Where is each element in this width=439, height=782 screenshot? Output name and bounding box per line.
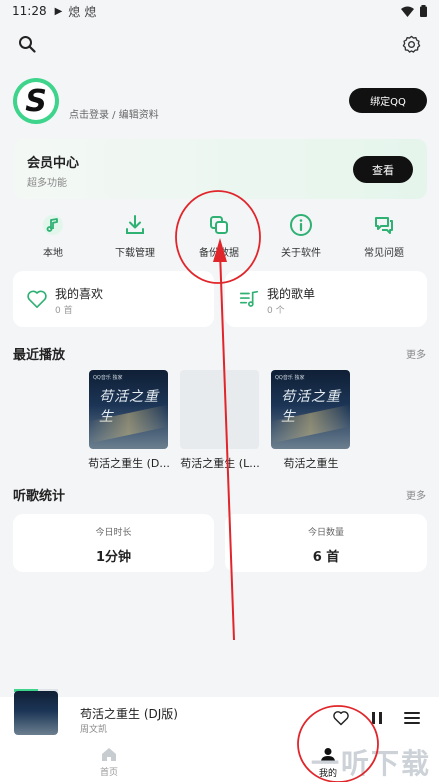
recent-item[interactable]: QQ音乐 独家 苟活之重生 苟活之重生 (D... (88, 370, 170, 471)
bind-qq-button[interactable]: 绑定QQ (349, 88, 427, 113)
cover-tag: QQ音乐 独家 (93, 375, 123, 381)
shortcut-row: 本地 下载管理 备份数据 关于软件 常见问题 (0, 212, 439, 262)
album-cover: QQ音乐 独家 苟活之重生 (271, 370, 350, 449)
today-duration-label: 今日时长 (95, 528, 132, 538)
music-note-icon (40, 212, 66, 238)
avatar[interactable]: S (13, 78, 59, 124)
favorites-count: 0 首 (55, 306, 73, 316)
shortcut-about[interactable]: 关于软件 (260, 212, 342, 259)
search-button[interactable] (13, 30, 41, 58)
download-icon (122, 212, 148, 238)
my-favorites-card[interactable]: 我的喜欢 0 首 (13, 271, 214, 327)
album-cover-placeholder (180, 370, 259, 449)
recent-song-name: 苟活之重生 (283, 457, 339, 470)
cover-tag: QQ音乐 独家 (275, 375, 305, 381)
recent-more-link[interactable]: 更多 (406, 346, 426, 361)
today-count-label: 今日数量 (307, 528, 344, 538)
avatar-letter: S (17, 82, 55, 120)
vip-subtitle: 超多功能 (27, 178, 67, 189)
now-playing-title: 苟活之重生 (DJ版) (80, 707, 178, 721)
home-icon (102, 748, 116, 761)
today-count-card: 今日数量 6 首 (225, 514, 427, 572)
today-duration-value: 1分钟 (95, 550, 132, 565)
chat-icon (371, 212, 397, 238)
tab-home[interactable]: 首页 (79, 747, 139, 778)
menu-icon (404, 712, 420, 724)
stats-section-title: 听歌统计 (13, 489, 66, 504)
my-playlists-card[interactable]: 我的歌单 0 个 (225, 271, 427, 327)
shortcut-label: 下载管理 (115, 248, 155, 259)
today-duration-card: 今日时长 1分钟 (13, 514, 214, 572)
watermark: 一听下载 (310, 747, 431, 780)
battery-icon (420, 5, 427, 17)
like-button[interactable] (330, 707, 352, 729)
profile-section: S 点击登录 / 编辑资料 绑定QQ (13, 78, 427, 126)
playlists-title: 我的歌单 (267, 287, 316, 301)
recent-section-title: 最近播放 (13, 348, 66, 363)
playlists-count: 0 个 (267, 306, 285, 316)
stats-more-link[interactable]: 更多 (406, 487, 426, 502)
shortcut-faq[interactable]: 常见问题 (343, 212, 425, 259)
flame-icon: 熄 (68, 4, 81, 19)
playlist-queue-button[interactable] (401, 707, 423, 729)
wifi-icon (401, 6, 414, 17)
heart-icon (25, 287, 49, 311)
shortcut-backup[interactable]: 备份数据 (178, 212, 260, 259)
pause-button[interactable] (366, 707, 388, 729)
shortcut-label: 本地 (43, 248, 63, 259)
heart-icon (333, 711, 349, 726)
mini-player[interactable]: 苟活之重生 (DJ版) 周文凯 (0, 689, 439, 739)
playlist-icon (237, 287, 261, 311)
vip-view-button[interactable]: 查看 (353, 156, 413, 183)
info-icon (288, 212, 314, 238)
status-time: 11:28 (12, 4, 47, 18)
login-link[interactable]: 点击登录 / 编辑资料 (69, 106, 159, 121)
now-playing-artist: 周文凯 (80, 725, 108, 735)
vip-title: 会员中心 (27, 156, 80, 171)
shortcut-label: 常见问题 (364, 248, 404, 259)
recent-song-name: 苟活之重生 (D... (88, 457, 170, 470)
favorites-title: 我的喜欢 (55, 287, 104, 301)
now-playing-cover[interactable] (14, 691, 58, 735)
today-count-value: 6 首 (312, 550, 340, 565)
recent-item[interactable]: QQ音乐 独家 苟活之重生 苟活之重生 (271, 370, 351, 471)
shortcut-local[interactable]: 本地 (12, 212, 94, 259)
album-cover: QQ音乐 独家 苟活之重生 (89, 370, 168, 449)
status-bar: 11:28 ▶ 熄 熄 (0, 0, 439, 22)
shortcut-label: 关于软件 (281, 248, 321, 259)
pause-icon (372, 712, 382, 724)
shortcut-download[interactable]: 下载管理 (94, 212, 176, 259)
copy-icon (206, 212, 232, 238)
flame-icon: 熄 (84, 4, 97, 19)
top-bar (0, 30, 439, 58)
tab-home-label: 首页 (99, 768, 118, 778)
play-notification-icon: ▶ (54, 5, 63, 17)
recent-song-name: 苟活之重生 (L... (180, 457, 260, 470)
vip-card[interactable]: 会员中心 超多功能 查看 (13, 139, 427, 199)
gear-icon (402, 35, 420, 53)
search-icon (19, 36, 36, 53)
settings-button[interactable] (397, 30, 425, 58)
recent-item[interactable]: 苟活之重生 (L... (180, 370, 260, 471)
shortcut-label: 备份数据 (199, 248, 239, 259)
